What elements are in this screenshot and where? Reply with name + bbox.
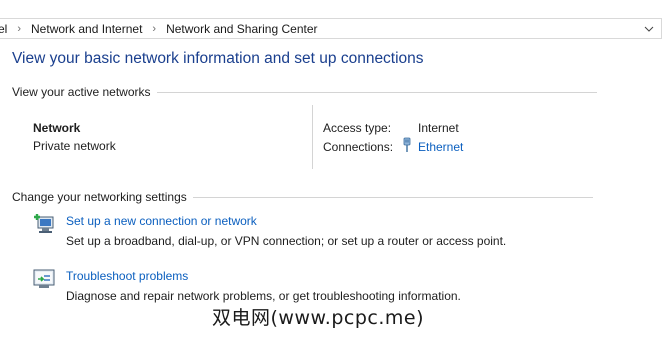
network-category: Private network xyxy=(33,139,116,153)
new-connection-icon xyxy=(34,214,54,233)
troubleshoot-problems-link[interactable]: Troubleshoot problems xyxy=(66,269,188,283)
setup-new-connection-description: Set up a broadband, dial-up, or VPN conn… xyxy=(66,234,507,248)
breadcrumb-item-control-panel[interactable]: el xyxy=(0,22,9,36)
breadcrumb-separator-icon: › xyxy=(152,22,157,35)
connection-ethernet-link[interactable]: Ethernet xyxy=(418,140,463,154)
breadcrumb-item-network-and-internet[interactable]: Network and Internet xyxy=(29,22,144,36)
watermark: 双电网(www.pcpc.me) xyxy=(212,307,424,329)
page-title: View your basic network information and … xyxy=(12,50,424,67)
breadcrumb-separator-icon: › xyxy=(17,22,22,35)
chevron-down-icon[interactable] xyxy=(643,22,655,36)
settings-heading-label: Change your networking settings xyxy=(12,190,187,204)
ethernet-icon xyxy=(403,137,411,152)
address-bar: el › Network and Internet › Network and … xyxy=(0,0,670,40)
connections-label: Connections: xyxy=(323,140,394,154)
access-type-value: Internet xyxy=(418,121,459,135)
divider xyxy=(156,91,597,93)
active-networks-heading-label: View your active networks xyxy=(12,85,151,99)
breadcrumb[interactable]: el › Network and Internet › Network and … xyxy=(0,18,662,39)
setup-new-connection-link[interactable]: Set up a new connection or network xyxy=(66,214,257,228)
access-type-label: Access type: xyxy=(323,121,392,135)
divider xyxy=(192,196,593,198)
divider xyxy=(312,105,313,169)
troubleshoot-problems-description: Diagnose and repair network problems, or… xyxy=(66,289,461,303)
network-name: Network xyxy=(33,121,81,135)
troubleshoot-icon xyxy=(33,269,55,288)
settings-heading: Change your networking settings xyxy=(12,190,593,204)
breadcrumb-item-network-and-sharing-center[interactable]: Network and Sharing Center xyxy=(164,22,319,36)
active-networks-heading: View your active networks xyxy=(12,85,597,99)
